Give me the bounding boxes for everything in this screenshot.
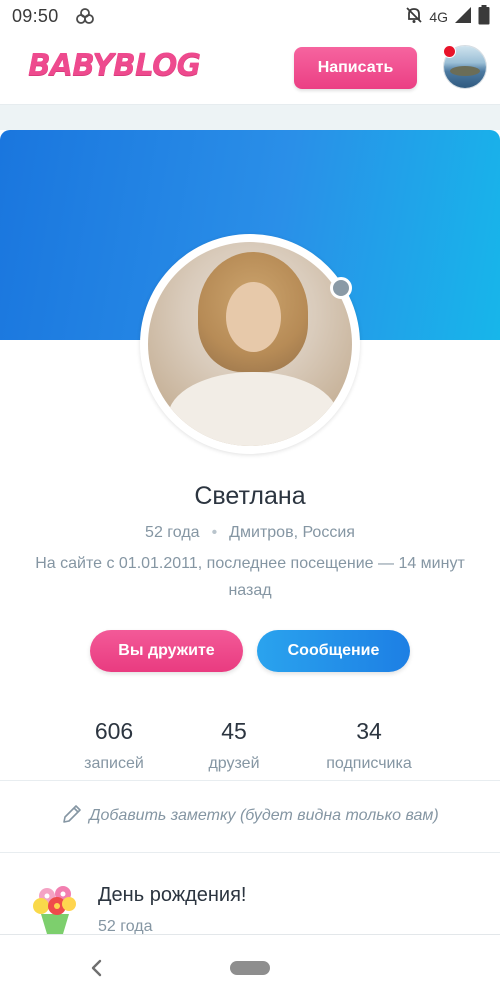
friends-button[interactable]: Вы дружите	[90, 630, 243, 672]
flower-bouquet-icon	[27, 880, 83, 936]
stat-posts[interactable]: 606 записей	[44, 718, 184, 773]
divider	[0, 852, 500, 853]
add-note-button[interactable]: Добавить заметку (будет видна только вам…	[0, 798, 500, 834]
babyblog-logo[interactable]: BABYBLOG	[28, 48, 201, 83]
page-background	[0, 105, 500, 130]
stat-label: записей	[84, 755, 144, 772]
status-dot	[330, 277, 352, 299]
stat-friends[interactable]: 45 друзей	[164, 718, 304, 773]
home-pill-icon[interactable]	[230, 961, 270, 975]
message-button[interactable]: Сообщение	[257, 630, 410, 672]
network-type: 4G	[429, 9, 448, 25]
add-note-label: Добавить заметку (будет видна только вам…	[89, 807, 439, 824]
stat-value: 34	[356, 718, 382, 744]
profile-avatar[interactable]	[140, 234, 360, 454]
navigation-bar	[0, 934, 500, 1001]
stat-subscribers[interactable]: 34 подписчика	[299, 718, 439, 773]
stat-label: друзей	[208, 755, 260, 772]
notification-dot	[443, 45, 456, 58]
profile-age: 52 года	[145, 524, 200, 541]
signal-icon	[454, 6, 472, 29]
stat-value: 45	[221, 718, 247, 744]
divider	[0, 780, 500, 781]
status-right: 4G	[405, 4, 490, 30]
app-header: BABYBLOG Написать	[0, 34, 500, 105]
separator-dot: •	[211, 524, 218, 541]
profile-name: Светлана	[194, 482, 306, 510]
status-time: 09:50	[12, 6, 59, 26]
stat-value: 606	[94, 718, 134, 744]
profile-location[interactable]: Дмитров, Россия	[229, 524, 355, 542]
last-visit-text: На сайте с 01.01.2011, последнее посещен…	[35, 555, 465, 599]
write-button[interactable]: Написать	[294, 47, 417, 89]
pinwheel-icon	[74, 6, 96, 33]
birthday-title: День рождения!	[98, 884, 247, 906]
stat-label: подписчика	[326, 755, 412, 772]
bell-off-icon	[405, 6, 423, 29]
back-icon[interactable]	[86, 957, 106, 979]
profile-photo	[148, 242, 352, 446]
pencil-icon	[61, 803, 83, 830]
profile-meta: 52 года • Дмитров, Россия	[0, 524, 500, 542]
status-bar: 09:50 4G	[0, 0, 500, 34]
battery-icon	[478, 4, 490, 30]
